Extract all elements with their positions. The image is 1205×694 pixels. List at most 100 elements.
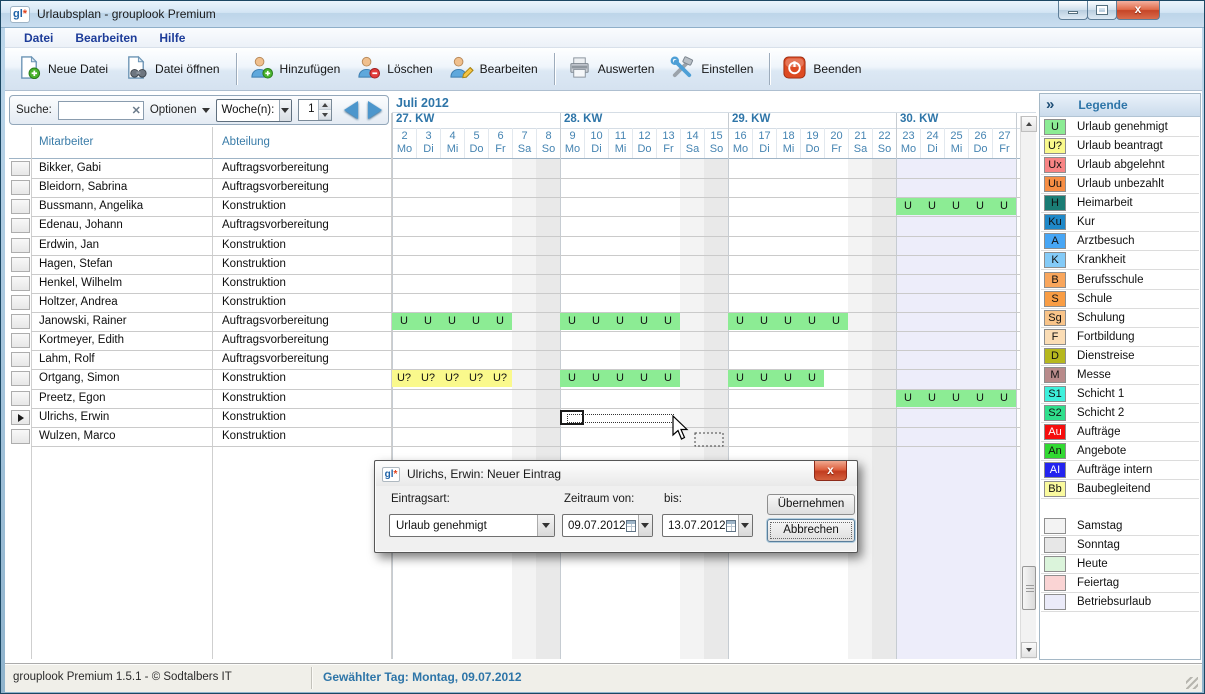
day-header-cell[interactable]: 10Di (584, 128, 608, 159)
row-selector[interactable] (11, 295, 30, 310)
day-header-cell[interactable]: 26Do (968, 128, 992, 159)
date-to-dropdown-button[interactable] (738, 515, 752, 536)
day-header-cell[interactable]: 25Mi (944, 128, 968, 159)
row-selector[interactable] (11, 429, 30, 444)
day-header-cell[interactable]: 18Mi (776, 128, 800, 159)
employee-department[interactable]: Konstruktion (222, 274, 286, 293)
previous-week-button[interactable] (344, 101, 358, 119)
scroll-up-button[interactable] (1021, 116, 1037, 132)
vacation-entry-approved[interactable]: UUUUU (560, 370, 680, 387)
day-header-cell[interactable]: 8So (536, 128, 560, 159)
day-header-cell[interactable]: 23Mo (896, 128, 920, 159)
cancel-button[interactable]: Abbrechen (767, 519, 855, 542)
day-header-cell[interactable]: 6Fr (488, 128, 512, 159)
menu-item-datei[interactable]: Datei (15, 30, 62, 46)
toolbar-button-einstellen[interactable]: Einstellen (664, 51, 763, 87)
row-selector[interactable] (11, 276, 30, 291)
column-header-abteilung[interactable]: Abteilung (222, 127, 270, 158)
week-count-stepper[interactable]: 1 (298, 99, 332, 121)
day-header-cell[interactable]: 5Do (464, 128, 488, 159)
employee-name[interactable]: Erdwin, Jan (39, 236, 99, 255)
employee-department[interactable]: Auftragsvorbereitung (222, 159, 329, 178)
employee-name[interactable]: Wulzen, Marco (39, 427, 115, 446)
resize-grip[interactable] (1186, 677, 1198, 689)
employee-department[interactable]: Konstruktion (222, 427, 286, 446)
scrollbar-thumb[interactable] (1022, 566, 1036, 610)
employee-name[interactable]: Ortgang, Simon (39, 369, 120, 388)
employee-department[interactable]: Konstruktion (222, 197, 286, 216)
employee-department[interactable]: Auftragsvorbereitung (222, 312, 329, 331)
row-selector[interactable] (11, 257, 30, 272)
day-header-cell[interactable]: 19Do (800, 128, 824, 159)
row-selector[interactable] (11, 352, 30, 367)
vacation-entry-requested[interactable]: U?U?U?U?U? (392, 370, 512, 387)
day-header-cell[interactable]: 14Sa (680, 128, 704, 159)
toolbar-button-hinzuf-gen[interactable]: Hinzufügen (243, 51, 351, 87)
employee-department[interactable]: Auftragsvorbereitung (222, 178, 329, 197)
minimize-button[interactable] (1058, 1, 1088, 20)
day-header-cell[interactable]: 16Mo (728, 128, 752, 159)
employee-department[interactable]: Konstruktion (222, 255, 286, 274)
column-header-mitarbeiter[interactable]: Mitarbeiter (39, 127, 93, 158)
row-selector[interactable] (11, 238, 30, 253)
row-selector[interactable] (11, 410, 30, 425)
row-selector[interactable] (11, 314, 30, 329)
day-header-cell[interactable]: 17Di (752, 128, 776, 159)
day-header-cell[interactable]: 3Di (416, 128, 440, 159)
employee-name[interactable]: Bikker, Gabi (39, 159, 101, 178)
day-header-cell[interactable]: 22So (872, 128, 896, 159)
date-from-dropdown-button[interactable] (638, 515, 652, 536)
employee-name[interactable]: Lahm, Rolf (39, 350, 95, 369)
maximize-button[interactable] (1087, 1, 1117, 20)
toolbar-button-l-schen[interactable]: Löschen (350, 51, 442, 87)
vacation-entry-approved[interactable]: UUUUU (728, 313, 848, 330)
employee-name[interactable]: Bleidorn, Sabrina (39, 178, 127, 197)
employee-name[interactable]: Hagen, Stefan (39, 255, 113, 274)
day-header-cell[interactable]: 20Fr (824, 128, 848, 159)
apply-button[interactable]: Übernehmen (767, 494, 855, 515)
date-to-picker[interactable]: 13.07.2012 (662, 514, 753, 537)
row-selector[interactable] (11, 371, 30, 386)
stepper-up-button[interactable] (319, 100, 331, 110)
scroll-down-button[interactable] (1021, 642, 1037, 658)
stepper-down-button[interactable] (319, 110, 331, 120)
day-header-cell[interactable]: 12Do (632, 128, 656, 159)
date-from-picker[interactable]: 09.07.2012 (562, 514, 653, 537)
day-header-cell[interactable]: 7Sa (512, 128, 536, 159)
row-selector[interactable] (11, 391, 30, 406)
toolbar-button-neue-datei[interactable]: Neue Datei (11, 51, 118, 87)
menu-item-hilfe[interactable]: Hilfe (150, 30, 194, 46)
employee-department[interactable]: Konstruktion (222, 408, 286, 427)
menu-item-bearbeiten[interactable]: Bearbeiten (66, 30, 146, 46)
employee-name[interactable]: Edenau, Johann (39, 216, 123, 235)
employee-department[interactable]: Auftragsvorbereitung (222, 216, 329, 235)
next-week-button[interactable] (368, 101, 382, 119)
dialog-close-button[interactable]: x (814, 461, 847, 481)
vertical-scrollbar[interactable] (1020, 116, 1036, 659)
day-header-cell[interactable]: 2Mo (392, 128, 416, 159)
title-bar[interactable]: gl* Urlaubsplan - grouplook Premium x (1, 1, 1204, 28)
day-header-cell[interactable]: 24Di (920, 128, 944, 159)
vacation-entry-approved[interactable]: UUUUU (392, 313, 512, 330)
employee-name[interactable]: Henkel, Wilhelm (39, 274, 122, 293)
day-header-cell[interactable]: 9Mo (560, 128, 584, 159)
entry-type-select[interactable]: Urlaub genehmigt (389, 514, 555, 537)
vacation-entry-approved[interactable]: UUUUU (896, 390, 1016, 407)
employee-name[interactable]: Holtzer, Andrea (39, 293, 118, 312)
employee-department[interactable]: Konstruktion (222, 236, 286, 255)
day-header-cell[interactable]: 4Mi (440, 128, 464, 159)
employee-department[interactable]: Konstruktion (222, 293, 286, 312)
day-header-cell[interactable]: 21Sa (848, 128, 872, 159)
day-header-cell[interactable]: 11Mi (608, 128, 632, 159)
toolbar-button-datei-ffnen[interactable]: Datei öffnen (118, 51, 230, 87)
employee-name[interactable]: Ulrichs, Erwin (39, 408, 109, 427)
options-dropdown[interactable]: Optionen (150, 104, 210, 116)
employee-department[interactable]: Konstruktion (222, 369, 286, 388)
row-selector[interactable] (11, 180, 30, 195)
row-selector[interactable] (11, 199, 30, 214)
entry-type-dropdown-button[interactable] (537, 515, 554, 536)
search-input[interactable]: ✕ (58, 101, 144, 120)
collapse-panel-icon[interactable]: » (1040, 96, 1060, 115)
toolbar-button-auswerten[interactable]: Auswerten (561, 51, 665, 87)
employee-name[interactable]: Preetz, Egon (39, 389, 105, 408)
